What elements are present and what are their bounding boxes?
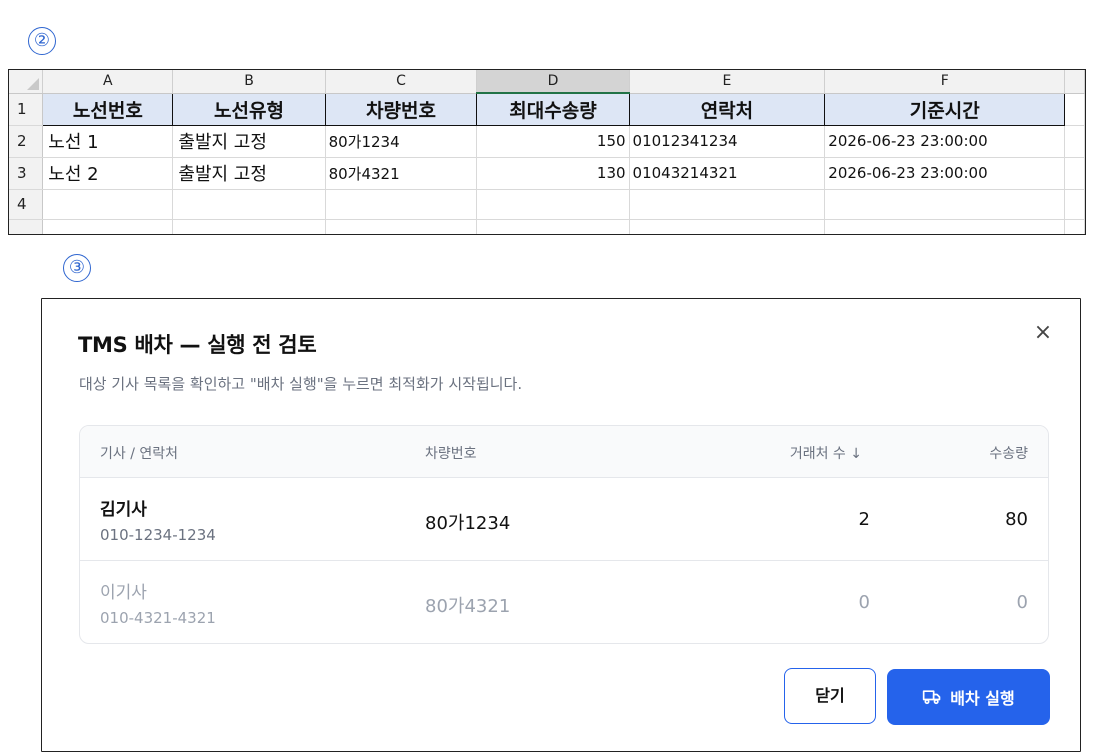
row-number[interactable]: 3 (9, 157, 44, 190)
sheet-cell[interactable]: 노선 2 (42, 157, 174, 190)
sheet-cell[interactable]: 80가1234 (325, 125, 478, 158)
row-number[interactable] (9, 219, 44, 234)
header-driver-contact: 기사 / 연락처 (100, 446, 179, 462)
sheet-header-cell[interactable]: 최대수송량 (476, 92, 630, 126)
sheet-cell[interactable]: 01012341234 (629, 125, 826, 158)
sheet-cell[interactable] (42, 219, 174, 234)
dispatch-review-dialog: × TMS 배차 — 실행 전 검토 대상 기사 목록을 확인하고 "배차 실행… (41, 298, 1081, 752)
sheet-cell[interactable] (172, 219, 326, 234)
sheet-cell[interactable] (172, 189, 326, 220)
driver-name: 이기사 (100, 583, 147, 603)
sheet-cell[interactable]: 130 (476, 157, 630, 190)
sheet-data-row: 3 노선 2 출발지 고정 80가4321 130 01043214321 20… (9, 157, 1085, 190)
sheet-cell[interactable]: 150 (476, 125, 630, 158)
sheet-cell[interactable]: 80가4321 (325, 157, 478, 190)
column-header-row: A B C D E F (9, 70, 1085, 94)
dialog-subtitle: 대상 기사 목록을 확인하고 "배차 실행"을 누르면 최적화가 시작됩니다. (79, 375, 523, 393)
sheet-cell[interactable] (325, 189, 478, 220)
run-dispatch-button[interactable]: 배차 실행 (887, 669, 1050, 725)
sheet-empty-row: 4 (9, 189, 1085, 220)
sheet-cell[interactable] (476, 189, 630, 220)
sheet-cell[interactable]: 2026-06-23 23:00:00 (824, 157, 1066, 190)
driver-phone: 010-1234-1234 (100, 526, 216, 544)
sheet-cell[interactable] (629, 219, 826, 234)
close-button[interactable]: 닫기 (784, 668, 876, 724)
sheet-cell[interactable] (629, 189, 826, 220)
sheet-cell[interactable]: 01043214321 (629, 157, 826, 190)
sheet-cell[interactable] (824, 189, 1066, 220)
col-header-e[interactable]: E (629, 70, 826, 94)
sheet-cell[interactable] (476, 219, 630, 234)
driver-list: 기사 / 연락처 차량번호 거래처 수 ↓ 수송량 김기사 010-1234-1… (79, 425, 1049, 644)
step-marker-2: ② (28, 27, 56, 55)
sheet-cell[interactable] (824, 219, 1066, 234)
sheet-cell[interactable] (1064, 157, 1085, 190)
header-vehicle: 차량번호 (425, 446, 477, 462)
sheet-header-row: 1 노선번호 노선유형 차량번호 최대수송량 연락처 기준시간 (9, 92, 1085, 126)
sheet-header-cell[interactable]: 연락처 (628, 92, 826, 126)
sheet-cell[interactable]: 노선 1 (42, 125, 174, 158)
col-header-g[interactable] (1064, 70, 1085, 94)
driver-list-header: 기사 / 연락처 차량번호 거래처 수 ↓ 수송량 (80, 426, 1048, 478)
sheet-cell[interactable]: 출발지 고정 (172, 157, 326, 190)
close-icon[interactable]: × (1032, 322, 1054, 345)
dialog-title: TMS 배차 — 실행 전 검토 (78, 333, 317, 357)
truck-icon (923, 690, 941, 705)
sheet-cell[interactable] (42, 189, 174, 220)
driver-volume: 80 (1005, 509, 1028, 530)
sheet-cell[interactable] (325, 219, 478, 234)
row-number[interactable]: 2 (9, 125, 44, 158)
driver-vehicle: 80가1234 (425, 513, 511, 534)
driver-client-count: 0 (858, 592, 870, 613)
row-number[interactable]: 1 (9, 93, 44, 126)
sheet-cell[interactable] (1064, 93, 1085, 126)
driver-client-count: 2 (858, 509, 870, 530)
driver-vehicle: 80가4321 (425, 596, 511, 617)
sheet-data-row: 2 노선 1 출발지 고정 80가1234 150 01012341234 20… (9, 125, 1085, 158)
sheet-header-cell[interactable]: 노선유형 (172, 92, 326, 126)
driver-phone: 010-4321-4321 (100, 609, 216, 627)
sheet-cell[interactable] (1064, 125, 1085, 158)
sheet-cell[interactable] (1064, 219, 1085, 234)
sheet-cell[interactable]: 2026-06-23 23:00:00 (824, 125, 1066, 158)
col-header-d[interactable]: D (476, 70, 630, 94)
sheet-cell[interactable] (1064, 189, 1085, 220)
driver-volume: 0 (1016, 592, 1028, 613)
step-marker-3: ③ (63, 254, 91, 282)
sheet-header-cell[interactable]: 차량번호 (324, 92, 478, 126)
col-header-b[interactable]: B (172, 70, 326, 94)
driver-row[interactable]: 김기사 010-1234-1234 80가1234 2 80 (80, 478, 1048, 561)
col-header-f[interactable]: F (824, 70, 1066, 94)
sheet-header-cell[interactable]: 기준시간 (824, 92, 1066, 126)
select-all-corner[interactable] (9, 70, 44, 94)
driver-name: 김기사 (100, 500, 147, 520)
row-number[interactable]: 4 (9, 189, 44, 220)
sheet-cell[interactable]: 출발지 고정 (172, 125, 326, 158)
header-volume: 수송량 (989, 446, 1028, 462)
header-client-count[interactable]: 거래처 수 ↓ (790, 443, 862, 463)
col-header-c[interactable]: C (325, 70, 478, 94)
sheet-empty-row (9, 219, 1085, 234)
spreadsheet: A B C D E F 1 노선번호 노선유형 차량번호 최대수송량 연락처 기… (8, 69, 1086, 235)
sheet-header-cell[interactable]: 노선번호 (42, 92, 174, 126)
driver-row[interactable]: 이기사 010-4321-4321 80가4321 0 0 (80, 561, 1048, 643)
run-dispatch-label: 배차 실행 (950, 689, 1015, 708)
col-header-a[interactable]: A (42, 70, 174, 94)
